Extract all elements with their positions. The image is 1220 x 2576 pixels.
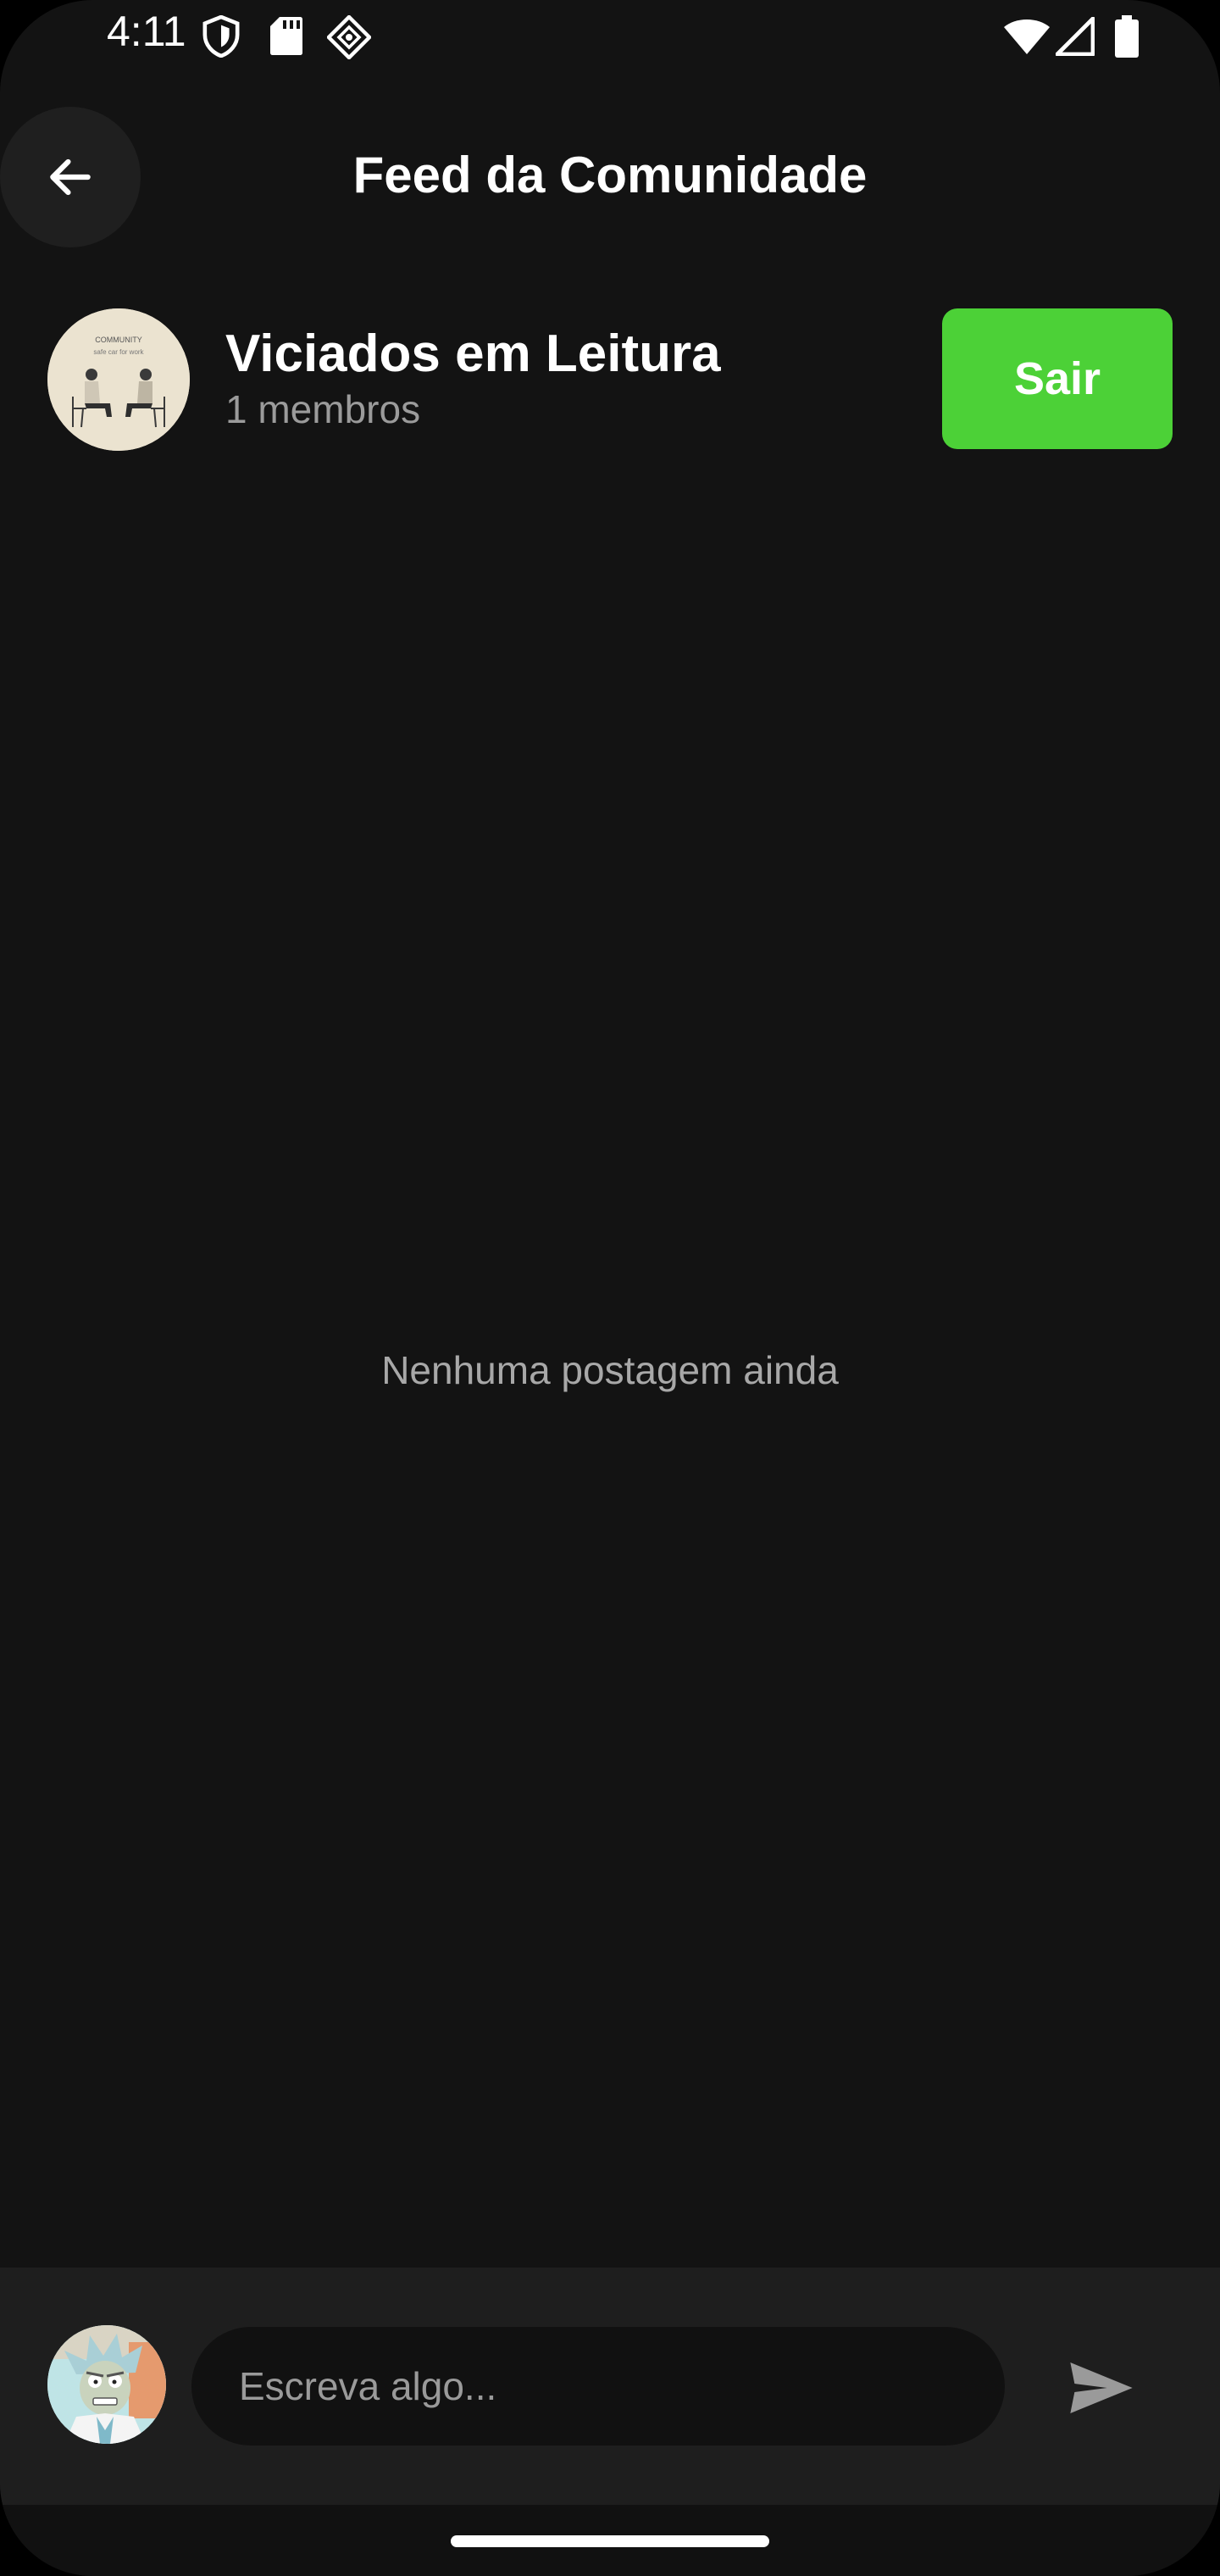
cell-signal-icon <box>1055 16 1095 60</box>
send-button[interactable] <box>1059 2346 1144 2430</box>
community-name: Viciados em Leitura <box>225 325 721 383</box>
post-input[interactable] <box>191 2327 1005 2446</box>
community-avatar: COMMUNITY safe car for work <box>47 308 190 451</box>
sd-card-icon <box>269 15 303 60</box>
user-avatar[interactable] <box>47 2325 166 2444</box>
gesture-navigation-area <box>0 2505 1220 2576</box>
app-screen: 4:11 Feed da Comunidade COMMUNITY safe c… <box>0 0 1220 2576</box>
send-icon <box>1070 2362 1133 2413</box>
community-avatar-text-line2: safe car for work <box>93 348 144 356</box>
empty-feed-message: Nenhuma postagem ainda <box>381 1348 839 1392</box>
wifi-icon <box>1003 19 1051 60</box>
home-indicator[interactable] <box>451 2535 769 2547</box>
leave-community-button[interactable]: Sair <box>942 308 1173 449</box>
community-avatar-text-line1: COMMUNITY <box>95 336 142 344</box>
status-time: 4:11 <box>107 8 186 55</box>
community-member-count: 1 membros <box>225 387 421 431</box>
app-notification-icon <box>325 14 373 64</box>
status-bar: 4:11 <box>0 0 1220 76</box>
post-composer <box>0 2268 1220 2505</box>
shield-icon <box>202 14 241 62</box>
page-title: Feed da Comunidade <box>352 147 868 203</box>
battery-icon <box>1115 15 1139 62</box>
